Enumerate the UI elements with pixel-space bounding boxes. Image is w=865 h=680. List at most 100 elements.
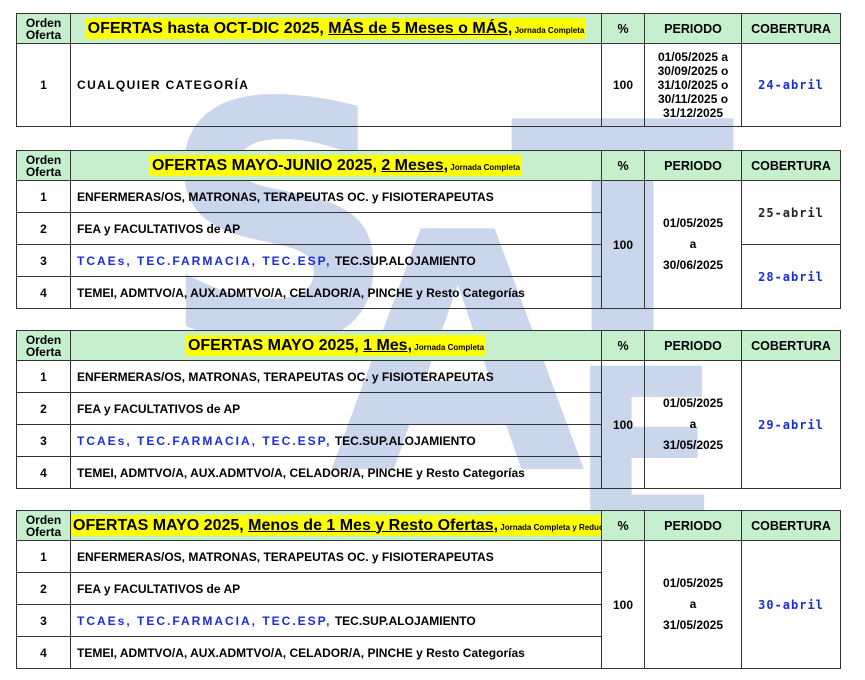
periodo-cell: 01/05/2025 a 30/06/2025 [644, 180, 742, 309]
offer-table-mayo-1-mes: Orden Oferta OFERTAS MAYO 2025, 1 Mes, J… [16, 330, 841, 489]
periodo-line: 01/05/2025 [662, 216, 724, 230]
title-highlight: OFERTAS hasta OCT-DIC 2025, MÁS de 5 Mes… [85, 17, 587, 39]
title-underlined-text: MÁS de 5 Meses o MÁS, [328, 19, 513, 37]
periodo-line: 31/10/2025 o [657, 78, 729, 92]
orden-number: 1 [16, 360, 71, 393]
title-text: OFERTAS MAYO 2025, [73, 516, 249, 534]
orden-number: 3 [16, 604, 71, 637]
pct-value: 100 [601, 180, 645, 309]
category-cell: TEMEI, ADMTVO/A, AUX.ADMTVO/A, CELADOR/A… [70, 636, 602, 669]
category-cell: CUALQUIER CATEGORÍA [70, 43, 602, 127]
periodo-header: PERIODO [644, 13, 742, 44]
table-header-row: Orden Oferta OFERTAS hasta OCT-DIC 2025,… [16, 13, 841, 44]
orden-number: 2 [16, 572, 71, 605]
table-title: OFERTAS MAYO 2025, Menos de 1 Mes y Rest… [70, 510, 602, 541]
category-cell: TCAEs, TEC.FARMACIA, TEC.ESP, TEC.SUP.AL… [70, 424, 602, 457]
periodo-line: a [689, 417, 697, 431]
title-text: OFERTAS MAYO 2025, [187, 336, 364, 354]
table-header-row: Orden Oferta OFERTAS MAYO 2025, 1 Mes, J… [16, 330, 841, 361]
category-text: TEC.SUP.ALOJAMIENTO [331, 433, 476, 448]
category-cell: FEA y FACULTATIVOS de AP [70, 212, 602, 245]
title-highlight: OFERTAS MAYO 2025, 1 Mes, Jornada Comple… [185, 334, 487, 356]
orden-oferta-header: Orden Oferta [16, 150, 71, 181]
periodo-line: 31/05/2025 [662, 618, 724, 632]
table-title: OFERTAS MAYO 2025, 1 Mes, Jornada Comple… [70, 330, 602, 361]
category-highlight: TCAEs, TEC.FARMACIA, TEC.ESP, [77, 253, 332, 268]
category-highlight: TCAEs, TEC.FARMACIA, TEC.ESP, [77, 613, 332, 628]
table-title: OFERTAS MAYO-JUNIO 2025, 2 Meses, Jornad… [70, 150, 602, 181]
orden-number: 3 [16, 424, 71, 457]
category-highlight: TCAEs, TEC.FARMACIA, TEC.ESP, [77, 433, 332, 448]
title-jornada-text: Jornada Completa y Reducida [500, 522, 600, 532]
category-text: TEC.SUP.ALOJAMIENTO [331, 613, 476, 628]
periodo-line: 01/05/2025 a [657, 50, 729, 64]
title-highlight: OFERTAS MAYO 2025, Menos de 1 Mes y Rest… [71, 514, 601, 536]
title-text: OFERTAS hasta OCT-DIC 2025, [87, 19, 329, 37]
title-jornada-text: Jornada Completa [412, 342, 485, 352]
periodo-line: a [689, 237, 697, 251]
title-jornada-text: Jornada Completa [512, 25, 585, 35]
pct-header: % [601, 150, 645, 181]
cobertura-header: COBERTURA [741, 510, 841, 541]
orden-number: 2 [16, 212, 71, 245]
orden-number: 4 [16, 276, 71, 309]
pct-value: 100 [601, 540, 645, 669]
oferta-label: Oferta [25, 27, 62, 42]
pct-header: % [601, 330, 645, 361]
category-cell: FEA y FACULTATIVOS de AP [70, 572, 602, 605]
table-row: 1 ENFERMERAS/OS, MATRONAS, TERAPEUTAS OC… [16, 180, 841, 309]
pct-header: % [601, 510, 645, 541]
table-row: 1 ENFERMERAS/OS, MATRONAS, TERAPEUTAS OC… [16, 540, 841, 669]
table-title: OFERTAS hasta OCT-DIC 2025, MÁS de 5 Mes… [70, 13, 602, 44]
orden-number: 4 [16, 456, 71, 489]
orden-number: 1 [16, 180, 71, 213]
periodo-line: 01/05/2025 [662, 576, 724, 590]
orden-oferta-header: Orden Oferta [16, 13, 71, 44]
title-jornada-text: Jornada Completa [448, 162, 521, 172]
category-cell: ENFERMERAS/OS, MATRONAS, TERAPEUTAS OC. … [70, 360, 602, 393]
table-header-row: Orden Oferta OFERTAS MAYO-JUNIO 2025, 2 … [16, 150, 841, 181]
orden-number: 4 [16, 636, 71, 669]
pct-header: % [601, 13, 645, 44]
category-cell: TCAEs, TEC.FARMACIA, TEC.ESP, TEC.SUP.AL… [70, 244, 602, 277]
category-cell: TEMEI, ADMTVO/A, AUX.ADMTVO/A, CELADOR/A… [70, 276, 602, 309]
table-row: 1 CUALQUIER CATEGORÍA 100 01/05/2025 a 3… [16, 43, 841, 127]
periodo-cell: 01/05/2025 a 30/09/2025 o 31/10/2025 o 3… [644, 43, 742, 127]
periodo-line: 30/11/2025 o [657, 92, 729, 106]
cobertura-date: 30-abril [741, 540, 841, 669]
cobertura-header: COBERTURA [741, 150, 841, 181]
cobertura-date: 25-abril [741, 180, 841, 245]
cobertura-date: 29-abril [741, 360, 841, 489]
pct-value: 100 [601, 43, 645, 127]
cobertura-date: 24-abril [741, 43, 841, 127]
title-highlight: OFERTAS MAYO-JUNIO 2025, 2 Meses, Jornad… [149, 154, 523, 176]
orden-oferta-header: Orden Oferta [16, 330, 71, 361]
orden-number: 1 [16, 43, 71, 127]
title-underlined-text: 2 Meses, [381, 156, 449, 174]
cobertura-header: COBERTURA [741, 13, 841, 44]
periodo-header: PERIODO [644, 510, 742, 541]
orden-number: 1 [16, 540, 71, 573]
title-text: OFERTAS MAYO-JUNIO 2025, [151, 156, 382, 174]
category-cell: TCAEs, TEC.FARMACIA, TEC.ESP, TEC.SUP.AL… [70, 604, 602, 637]
cobertura-header: COBERTURA [741, 330, 841, 361]
cobertura-date: 28-abril [741, 244, 841, 309]
category-cell: ENFERMERAS/OS, MATRONAS, TERAPEUTAS OC. … [70, 180, 602, 213]
periodo-line: 31/12/2025 [662, 106, 724, 120]
category-cell: ENFERMERAS/OS, MATRONAS, TERAPEUTAS OC. … [70, 540, 602, 573]
periodo-line: a [689, 597, 697, 611]
periodo-header: PERIODO [644, 330, 742, 361]
offer-table-mayo-junio: Orden Oferta OFERTAS MAYO-JUNIO 2025, 2 … [16, 150, 841, 309]
title-underlined-text: Menos de 1 Mes y Resto Ofertas, [248, 516, 499, 534]
offer-table-oct-dic: Orden Oferta OFERTAS hasta OCT-DIC 2025,… [16, 13, 841, 127]
periodo-line: 01/05/2025 [662, 396, 724, 410]
title-underlined-text: 1 Mes, [363, 336, 413, 354]
category-cell: TEMEI, ADMTVO/A, AUX.ADMTVO/A, CELADOR/A… [70, 456, 602, 489]
table-header-row: Orden Oferta OFERTAS MAYO 2025, Menos de… [16, 510, 841, 541]
periodo-header: PERIODO [644, 150, 742, 181]
periodo-line: 31/05/2025 [662, 438, 724, 452]
oferta-label: Oferta [25, 164, 62, 179]
oferta-label: Oferta [25, 524, 62, 539]
orden-oferta-header: Orden Oferta [16, 510, 71, 541]
pct-value: 100 [601, 360, 645, 489]
